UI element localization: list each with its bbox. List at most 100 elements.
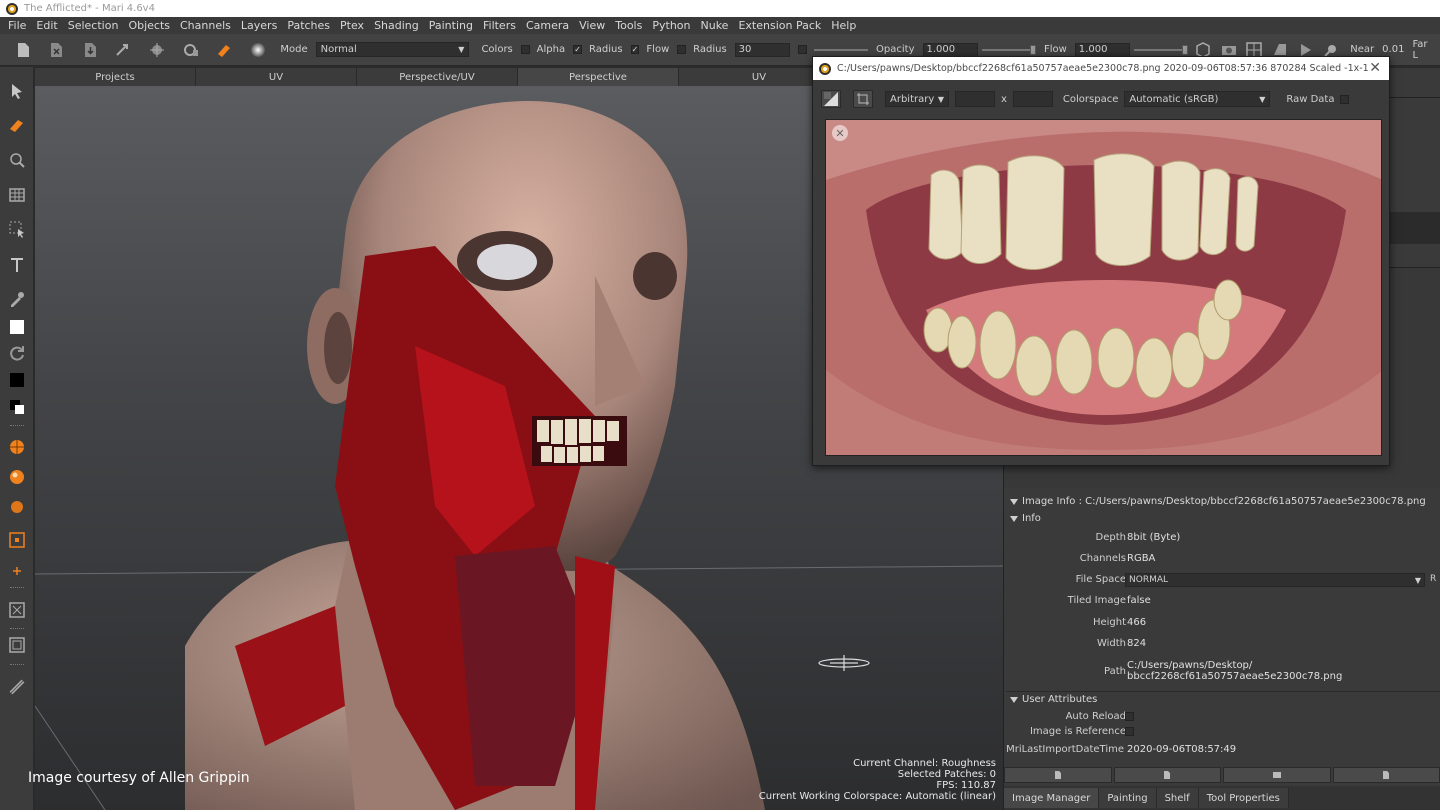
image-info-header[interactable]: Image Info : C:/Users/pawns/Desktop/bbcc… [1010,496,1426,507]
tab-perspective[interactable]: Perspective [518,68,679,86]
tab-shelf[interactable]: Shelf [1156,788,1199,808]
tab-perspective-uv[interactable]: Perspective/UV [357,68,518,86]
toolbox-grip[interactable] [10,628,24,630]
default-colors-tool[interactable] [7,397,27,417]
light-tool[interactable] [7,467,27,487]
lock-settings-button[interactable] [176,38,206,62]
eyedropper-tool[interactable] [7,289,27,309]
toolbox-grip[interactable] [10,664,24,666]
menu-camera[interactable]: Camera [522,19,575,32]
transform-button[interactable] [109,38,139,62]
fit-view-tool[interactable] [7,635,27,655]
document-icon [17,42,29,57]
close-icon[interactable]: ✕ [832,125,848,141]
menu-layers[interactable]: Layers [237,19,283,32]
image-is-reference-checkbox[interactable] [1125,727,1134,736]
menu-python[interactable]: Python [648,19,696,32]
menu-patches[interactable]: Patches [283,19,336,32]
menu-extension-pack[interactable]: Extension Pack [734,19,827,32]
object-select-tool[interactable] [7,530,27,550]
opacity-label: Opacity [876,44,915,55]
flatten-tool[interactable] [7,677,27,697]
slider-knob[interactable] [1182,44,1189,55]
paint-tool[interactable] [7,115,27,135]
last-import-label: MriLastImportDateTime [1006,744,1124,755]
pivot-tool[interactable] [7,561,27,581]
menu-file[interactable]: File [4,19,32,32]
tab-image-manager[interactable]: Image Manager [1004,788,1100,808]
menu-nuke[interactable]: Nuke [697,19,735,32]
menu-selection[interactable]: Selection [64,19,125,32]
menu-help[interactable]: Help [827,19,862,32]
menu-view[interactable]: View [575,19,611,32]
scale-width-input[interactable] [955,91,995,107]
toolbox-grip[interactable] [10,425,24,427]
image-viewer-window[interactable]: C:/Users/pawns/Desktop/bbccf2268cf61a507… [812,56,1390,466]
radius-lock-checkbox[interactable] [797,45,807,54]
brush-shape-button[interactable] [243,38,273,62]
menu-ptex[interactable]: Ptex [336,19,370,32]
flow-checkbox[interactable] [677,45,687,54]
menu-objects[interactable]: Objects [124,19,176,32]
opacity-input[interactable]: 1.000 [922,42,978,57]
delete-image-button[interactable] [1332,767,1440,783]
close-project-button[interactable] [42,38,72,62]
auto-reload-checkbox[interactable] [1125,712,1134,721]
radius-input[interactable]: 30 [734,42,790,57]
frame-tool[interactable] [7,600,27,620]
user-attributes-header[interactable]: User Attributes [1010,694,1097,705]
menu-channels[interactable]: Channels [176,19,237,32]
new-project-button[interactable] [8,38,38,62]
material-tool[interactable] [7,497,27,517]
radius-checkbox[interactable]: ✓ [630,45,640,54]
menu-filters[interactable]: Filters [479,19,522,32]
opacity-slider[interactable] [981,44,1036,55]
filter-select[interactable]: Arbitrary ▼ [885,91,949,107]
select-tool[interactable] [7,81,27,101]
checker-background-button[interactable] [821,90,841,108]
open-image-button[interactable] [1004,767,1112,783]
menu-edit[interactable]: Edit [32,19,63,32]
path-row: Path C:/Users/pawns/Desktop/ bbccf2268cf… [1006,658,1440,686]
tab-tool-properties[interactable]: Tool Properties [1198,788,1289,808]
selection-tool[interactable] [7,219,27,239]
close-icon[interactable]: ✕ [1369,60,1381,76]
flow-slider[interactable] [1134,44,1189,55]
slider-knob[interactable] [1029,44,1036,55]
menu-tools[interactable]: Tools [611,19,648,32]
flow-input[interactable]: 1.000 [1074,42,1131,57]
projection-tool[interactable] [7,437,27,457]
scale-height-input[interactable] [1012,91,1053,107]
image-to-layer-button[interactable] [1223,767,1331,783]
tab-painting[interactable]: Painting [1099,788,1157,808]
toolbox-grip[interactable] [10,587,24,589]
background-color-swatch[interactable] [7,370,27,390]
swap-colors-tool[interactable] [7,343,27,363]
near-value[interactable]: 0.01 [1382,44,1404,55]
tab-projects[interactable]: Projects [35,68,196,86]
times-label: x [1001,93,1007,105]
save-project-button[interactable] [75,38,105,62]
colorspace-select[interactable]: Automatic (sRGB) ▼ [1124,91,1271,107]
image-viewer-title-bar[interactable]: C:/Users/pawns/Desktop/bbccf2268cf61a507… [813,57,1389,80]
file-space-select[interactable]: NORMAL ▼ [1125,573,1425,587]
colors-checkbox[interactable] [520,45,530,54]
text-tool[interactable] [7,255,27,275]
radius-slider[interactable] [813,48,869,51]
clone-tool[interactable] [7,150,27,170]
foreground-color-swatch[interactable] [7,317,27,337]
file-space-reset-button[interactable]: R [1430,574,1436,584]
save-image-button[interactable] [1113,767,1221,783]
paint-brush-button[interactable] [209,38,239,62]
raw-data-checkbox[interactable] [1340,94,1350,104]
menu-painting[interactable]: Painting [425,19,479,32]
menu-shading[interactable]: Shading [370,19,425,32]
blend-mode-select[interactable]: Normal ▼ [315,42,470,57]
cursor-mode-button[interactable] [142,38,172,62]
alpha-checkbox[interactable]: ✓ [573,45,582,54]
info-section-header[interactable]: Info [1010,513,1041,524]
crop-button[interactable] [853,90,873,108]
tab-uv[interactable]: UV [196,68,357,86]
paint-through-tool[interactable] [7,185,27,205]
reference-image[interactable]: ✕ [825,119,1382,456]
